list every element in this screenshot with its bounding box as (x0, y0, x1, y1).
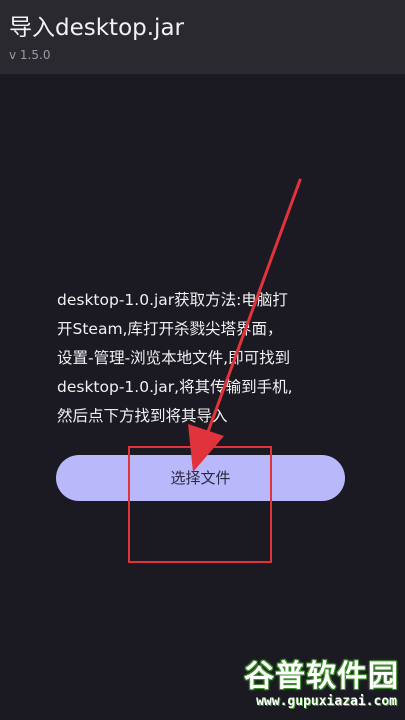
instructions-line: desktop-1.0.jar,将其传输到手机, (57, 378, 293, 396)
instructions-line: 然后点下方找到将其导入 (57, 407, 228, 425)
watermark-logo: 谷普软件园 www.gupuxiazai.com (209, 660, 399, 716)
screen: 导入desktop.jar v 1.5.0 desktop-1.0.jar获取方… (0, 0, 405, 720)
page-title: 导入desktop.jar (9, 15, 184, 41)
watermark-url: www.gupuxiazai.com (256, 694, 397, 709)
select-file-button[interactable]: 选择文件 (56, 455, 345, 501)
instructions-line: 开Steam,库打开杀戮尖塔界面， (57, 320, 283, 338)
instructions-line: desktop-1.0.jar获取方法:电脑打 (57, 291, 288, 309)
watermark-name: 谷普软件园 (244, 659, 399, 694)
instructions-line: 设置-管理-浏览本地文件,即可找到 (57, 349, 291, 367)
instructions-text: desktop-1.0.jar获取方法:电脑打 开Steam,库打开杀戮尖塔界面… (57, 286, 357, 431)
version-label: v 1.5.0 (9, 48, 51, 62)
app-bar: 导入desktop.jar v 1.5.0 (0, 0, 405, 74)
